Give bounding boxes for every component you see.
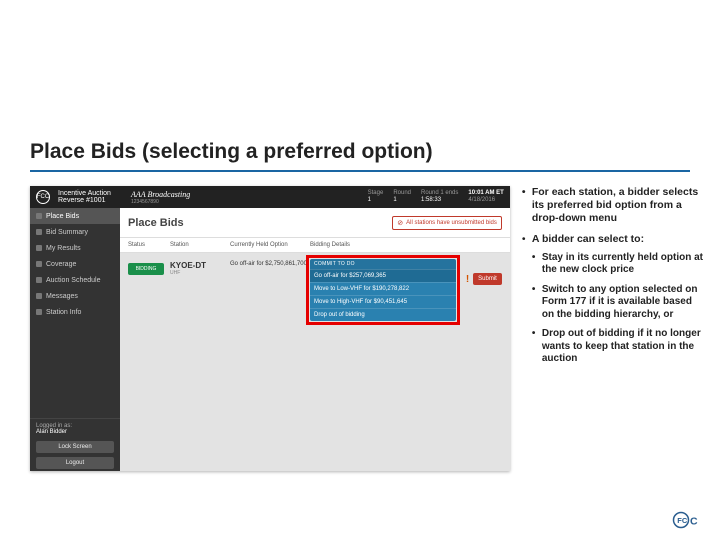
mail-icon — [36, 293, 42, 299]
sidebar-item-messages[interactable]: Messages — [30, 288, 120, 304]
dollar-icon — [36, 213, 42, 219]
note-text: A bidder can select to: — [532, 233, 644, 245]
broadcaster-name: AAA Broadcasting — [131, 190, 190, 199]
broadcaster-id: 1234567890 — [131, 199, 190, 205]
sidebar-item-station-info[interactable]: Station Info — [30, 304, 120, 320]
main-panel: Place Bids All stations have unsubmitted… — [120, 208, 510, 471]
status-badge: BIDDING — [128, 263, 164, 275]
sidebar-item-bid-summary[interactable]: Bid Summary — [30, 224, 120, 240]
slide: Place Bids (selecting a preferred option… — [0, 0, 720, 540]
sidebar-item-coverage[interactable]: Coverage — [30, 256, 120, 272]
col-currently-held: Currently Held Option — [230, 242, 310, 248]
dropdown-item[interactable]: Drop out of bidding — [310, 308, 456, 321]
column-headers: Status Station Currently Held Option Bid… — [120, 238, 510, 253]
dropdown-header: COMMIT TO DO — [310, 259, 456, 269]
broadcaster-block: AAA Broadcasting 1234567890 — [131, 190, 190, 205]
sidebar-item-label: Coverage — [46, 261, 76, 268]
alert-icon: ! — [466, 274, 469, 285]
logged-in-block: Logged in as: Alan Bidder — [30, 418, 120, 439]
product-name: Incentive Auction — [58, 190, 111, 197]
logged-in-user: Alan Bidder — [36, 429, 114, 435]
topbar-right: Stage1 Round1 Round 1 ends1:58:33 10:01 … — [368, 190, 504, 203]
page-title: Place Bids — [128, 217, 184, 229]
col-bidding-details: Bidding Details — [310, 242, 502, 248]
sidebar-item-label: My Results — [46, 245, 81, 252]
dropdown-item[interactable]: Move to High-VHF for $90,451,645 — [310, 295, 456, 308]
callsign: KYOE-DT — [170, 261, 230, 270]
station-row: BIDDING KYOE-DT UHF Go off-air for $2,75… — [120, 253, 510, 327]
bid-option-dropdown[interactable]: COMMIT TO DO Go off-air for $257,069,365… — [310, 259, 456, 321]
unsubmitted-warning: All stations have unsubmitted bids — [392, 216, 502, 230]
sidebar-item-label: Bid Summary — [46, 229, 88, 236]
screenshot: FCC Incentive Auction Reverse #1001 AAA … — [30, 186, 510, 471]
slide-title: Place Bids (selecting a preferred option… — [30, 140, 690, 164]
content-row: FCC Incentive Auction Reverse #1001 AAA … — [0, 180, 720, 471]
logout-button[interactable]: Logout — [36, 457, 114, 469]
round-cell: Round1 — [393, 190, 411, 203]
sidebar-item-label: Place Bids — [46, 213, 79, 220]
sidebar-item-place-bids[interactable]: Place Bids — [30, 208, 120, 224]
note-item: For each station, a bidder selects its p… — [522, 186, 704, 225]
current-option: Go off-air for $2,750,861,700 — [230, 259, 310, 267]
dropdown-item[interactable]: Move to Low-VHF for $190,278,822 — [310, 282, 456, 295]
stage-cell: Stage1 — [368, 190, 384, 203]
product-sub: Reverse #1001 — [58, 197, 111, 204]
col-station: Station — [170, 242, 230, 248]
bid-dropdown-wrap: COMMIT TO DO Go off-air for $257,069,365… — [310, 259, 502, 321]
sidebar-item-label: Station Info — [46, 309, 81, 316]
info-icon — [36, 309, 42, 315]
chart-icon — [36, 245, 42, 251]
row-actions: ! Submit — [466, 273, 502, 285]
submit-button[interactable]: Submit — [473, 273, 502, 285]
calendar-icon — [36, 277, 42, 283]
lock-screen-button[interactable]: Lock Screen — [36, 441, 114, 453]
subnote-item: Drop out of bidding if it no longer want… — [532, 328, 704, 366]
title-wrap: Place Bids (selecting a preferred option… — [0, 0, 720, 168]
map-icon — [36, 261, 42, 267]
col-status: Status — [128, 242, 170, 248]
dropdown-item[interactable]: Go off-air for $257,069,365 — [310, 269, 456, 282]
subnote-item: Stay in its currently held option at the… — [532, 252, 704, 277]
sidebar: Place Bids Bid Summary My Results Covera… — [30, 208, 120, 471]
subnote-item: Switch to any option selected on Form 17… — [532, 284, 704, 322]
status-cell: BIDDING — [128, 259, 170, 275]
sidebar-spacer — [30, 320, 120, 418]
time-cell: 10:01 AM ET4/18/2016 — [468, 190, 503, 203]
app-body: Place Bids Bid Summary My Results Covera… — [30, 208, 510, 471]
sidebar-item-schedule[interactable]: Auction Schedule — [30, 272, 120, 288]
app-topbar: FCC Incentive Auction Reverse #1001 AAA … — [30, 186, 510, 208]
main-header: Place Bids All stations have unsubmitted… — [120, 208, 510, 238]
list-icon — [36, 229, 42, 235]
note-item: A bidder can select to: Stay in its curr… — [522, 233, 704, 365]
sidebar-item-label: Auction Schedule — [46, 277, 100, 284]
sidebar-item-label: Messages — [46, 293, 78, 300]
svg-text:C: C — [690, 516, 698, 528]
app-title: Incentive Auction Reverse #1001 — [58, 190, 111, 204]
svg-text:FC: FC — [677, 516, 688, 525]
sidebar-item-my-results[interactable]: My Results — [30, 240, 120, 256]
station-cell: KYOE-DT UHF — [170, 259, 230, 276]
ends-cell: Round 1 ends1:58:33 — [421, 190, 458, 203]
title-rule — [30, 170, 690, 172]
band: UHF — [170, 270, 230, 276]
fcc-footer-logo-icon: FCC — [672, 510, 702, 530]
fcc-logo-icon: FCC — [36, 190, 50, 204]
bullet-notes: For each station, a bidder selects its p… — [522, 186, 704, 471]
